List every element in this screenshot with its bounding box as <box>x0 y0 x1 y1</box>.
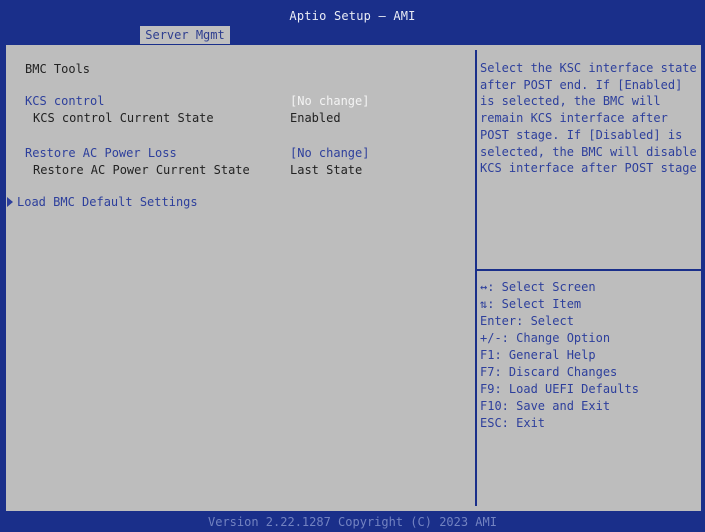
help-line: POST stage. If [Disabled] is <box>480 127 683 142</box>
kcs-control-label[interactable]: KCS control <box>25 94 104 108</box>
footer-version: Version 2.22.1287 Copyright (C) 2023 AMI <box>0 512 705 532</box>
submenu-triangle-icon <box>7 197 13 207</box>
title-bar: Aptio Setup – AMI Server Mgmt <box>0 0 705 44</box>
key-save-exit: F10: Save and Exit <box>480 399 611 413</box>
restore-state-value: Last State <box>290 163 363 177</box>
kcs-state-label: KCS control Current State <box>33 111 214 125</box>
tab-server-mgmt[interactable]: Server Mgmt <box>140 26 230 44</box>
help-line: after POST end. If [Enabled] <box>480 77 683 92</box>
key-legend: ↔: Select Screen ⇅: Select Item Enter: S… <box>480 279 700 432</box>
help-line: remain KCS interface after <box>480 111 668 126</box>
key-load-uefi-defaults: F9: Load UEFI Defaults <box>480 382 639 396</box>
restore-ac-value[interactable]: [No change] <box>290 146 369 160</box>
help-line: KCS interface after POST stage <box>480 161 697 176</box>
key-select-screen: ↔: Select Screen <box>480 280 596 294</box>
key-discard-changes: F7: Discard Changes <box>480 365 618 379</box>
help-divider <box>477 269 703 271</box>
kcs-state-value: Enabled <box>290 111 341 125</box>
key-esc-exit: ESC: Exit <box>480 416 546 430</box>
key-select-item: ⇅: Select Item <box>480 297 582 311</box>
help-line: Select the KSC interface state <box>480 61 697 75</box>
help-panel: Select the KSC interface state after POS… <box>480 60 700 177</box>
key-general-help: F1: General Help <box>480 348 596 362</box>
restore-ac-label[interactable]: Restore AC Power Loss <box>25 146 177 160</box>
app-title: Aptio Setup – AMI <box>289 9 416 23</box>
vertical-divider <box>475 50 477 506</box>
section-title: BMC Tools <box>25 62 91 76</box>
key-change-option: +/-: Change Option <box>480 331 611 345</box>
restore-state-label: Restore AC Power Current State <box>33 163 250 177</box>
help-line: is selected, the BMC will <box>480 94 661 109</box>
help-line: selected, the BMC will disable <box>480 144 697 159</box>
load-bmc-default-settings[interactable]: Load BMC Default Settings <box>17 195 198 209</box>
kcs-control-value[interactable]: [No change] <box>290 94 369 108</box>
key-enter: Enter: Select <box>480 314 574 328</box>
